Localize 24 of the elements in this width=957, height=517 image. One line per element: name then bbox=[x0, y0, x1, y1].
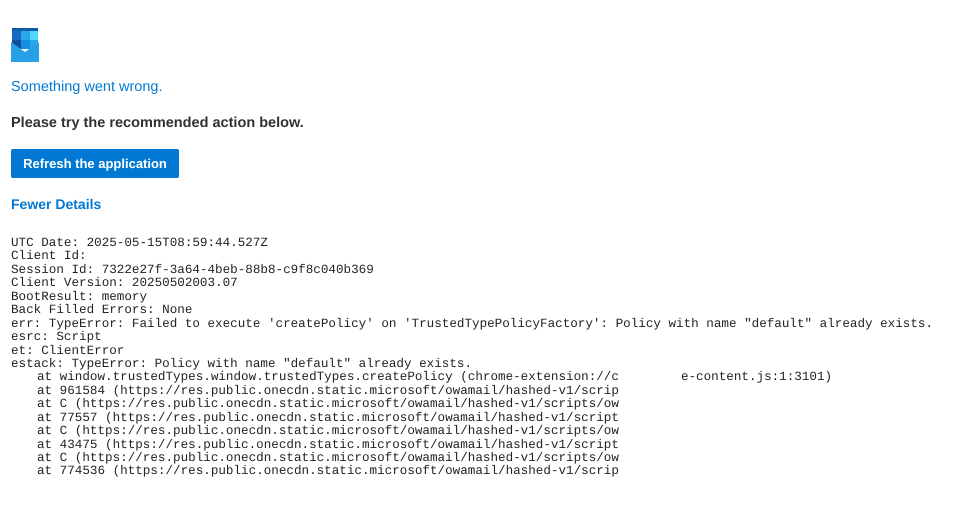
error-message: Please try the recommended action below. bbox=[11, 114, 304, 132]
detail-line: Client Version: 20250502003.07 bbox=[11, 276, 238, 290]
stack-frame-line: at C (https://res.public.onecdn.static.microsoft/owamail/hashed-v1/scripts/ow bbox=[37, 451, 619, 465]
detail-line: estack: TypeError: Policy with name "default" already exists. bbox=[11, 356, 472, 371]
detail-line: et: ClientError bbox=[11, 344, 124, 358]
stack-frame-line: at 774536 (https://res.public.onecdn.static.microsoft/owamail/hashed-v1/scrip bbox=[37, 464, 619, 478]
stack-frame-line: at 77557 (https://res.public.onecdn.static.microsoft/owamail/hashed-v1/script bbox=[37, 410, 619, 425]
stack-frame-line: at 961584 (https://res.public.onecdn.static.microsoft/owamail/hashed-v1/scrip bbox=[37, 384, 619, 398]
stack-frame-line: at 43475 (https://res.public.onecdn.static.microsoft/owamail/hashed-v1/script bbox=[37, 438, 619, 452]
detail-line: esrc: Script bbox=[11, 330, 102, 344]
stack-frame-line: at C (https://res.public.onecdn.static.microsoft/owamail/hashed-v1/scripts/ow bbox=[37, 397, 619, 412]
detail-line: Back Filled Errors: None bbox=[11, 303, 192, 318]
details-toggle-link[interactable]: Fewer Details bbox=[11, 196, 102, 213]
stack-frame-line: at C (https://res.public.onecdn.static.microsoft/owamail/hashed-v1/scripts/ow bbox=[37, 424, 619, 438]
stack-frame-line: e-content.js:1:3101) bbox=[680, 370, 832, 384]
detail-line: err: TypeError: Failed to execute 'createPolicy' on 'TrustedTypePolicyFactory': Policy with name "default" already exists. bbox=[11, 316, 934, 331]
detail-line: BootResult: memory bbox=[11, 290, 148, 304]
detail-line: Session Id: 7322e27f-3a64-4beb-88b8-c9f8c040b369 bbox=[11, 262, 374, 277]
detail-line: Client Id: bbox=[11, 249, 87, 264]
refresh-button[interactable]: Refresh the application bbox=[11, 149, 179, 178]
mail-logo-icon bbox=[11, 28, 39, 62]
stack-frame-line: at window.trustedTypes.window.trustedTypes.createPolicy (chrome-extension://c bbox=[37, 370, 619, 384]
error-title: Something went wrong. bbox=[11, 78, 163, 96]
detail-line: UTC Date: 2025-05-15T08:59:44.527Z bbox=[11, 236, 268, 250]
